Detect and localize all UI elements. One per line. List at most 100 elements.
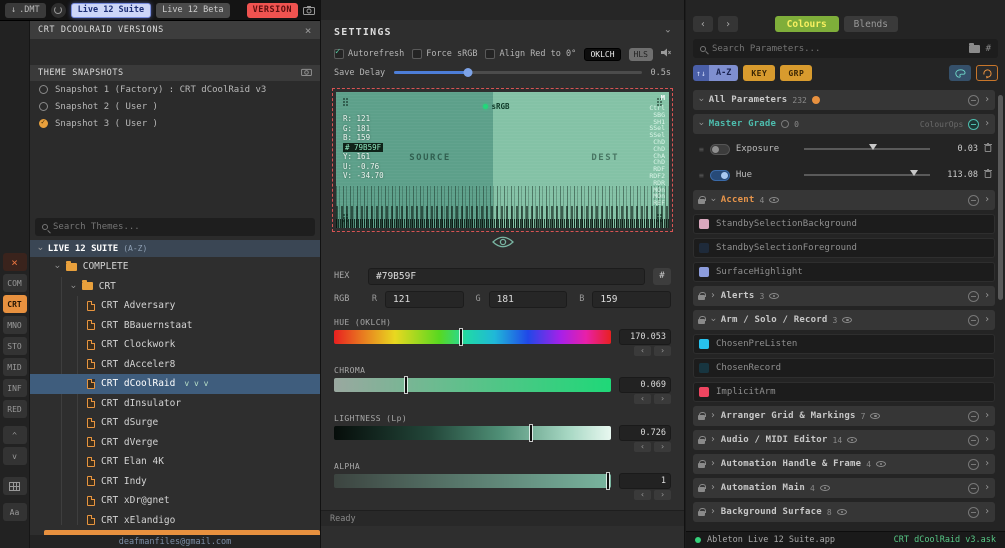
parameter-row[interactable]: ChosenPreListen: [693, 334, 995, 354]
theme-search-input[interactable]: [53, 222, 308, 232]
live-12-suite-button[interactable]: Live 12 Suite: [70, 2, 152, 18]
grip-icon[interactable]: ≡: [699, 145, 704, 154]
minus-circle-icon[interactable]: [968, 482, 980, 494]
group-collapsed[interactable]: › Audio / MIDI Editor 14 ›: [693, 430, 995, 450]
b-input[interactable]: [592, 290, 672, 308]
mute-icon[interactable]: [661, 48, 672, 60]
slider-marker[interactable]: [460, 329, 463, 345]
theme-file-row-selected[interactable]: CRT dCoolRaid v v v: [30, 374, 320, 394]
parameter-row[interactable]: StandbySelectionForeground: [693, 238, 995, 258]
tree-folder-crt[interactable]: › CRT: [30, 277, 320, 297]
strip-down-button[interactable]: v: [2, 447, 27, 465]
live-12-beta-button[interactable]: Live 12 Beta: [156, 2, 230, 18]
parameter-row[interactable]: ChosenRecord: [693, 358, 995, 378]
theme-file-row[interactable]: CRT Adversary: [30, 296, 320, 316]
refresh-colours-button[interactable]: [976, 65, 998, 81]
strip-tag-com[interactable]: COM: [2, 274, 27, 292]
autorefresh-checkbox[interactable]: Autorefresh: [334, 47, 404, 59]
grip-icon[interactable]: ≡: [699, 171, 704, 180]
trash-icon[interactable]: [984, 169, 992, 181]
theme-file-row[interactable]: CRT xDr@gnet: [30, 491, 320, 511]
group-collapsed[interactable]: › Arranger Grid & Markings 7 ›: [693, 406, 995, 426]
parameter-search-input[interactable]: [712, 43, 963, 54]
theme-file-row[interactable]: CRT dAcceler8: [30, 355, 320, 375]
eye-icon[interactable]: [819, 485, 830, 491]
decrement-button[interactable]: ‹: [634, 490, 651, 500]
save-delay-slider[interactable]: [394, 68, 642, 77]
theme-file-row-partial[interactable]: [44, 530, 320, 535]
minus-circle-icon[interactable]: [968, 434, 980, 446]
sort-key-button[interactable]: KEY: [743, 65, 776, 81]
minus-circle-icon[interactable]: [968, 506, 980, 518]
minus-circle-icon[interactable]: [968, 410, 980, 422]
theme-search[interactable]: [35, 218, 315, 236]
parameter-search[interactable]: #: [693, 39, 998, 58]
slider-marker[interactable]: [607, 473, 610, 489]
group-accent[interactable]: › Accent 4 ›: [693, 190, 995, 210]
minus-circle-icon[interactable]: [968, 314, 980, 326]
version-button[interactable]: VERSION: [246, 2, 298, 18]
eye-icon[interactable]: [491, 236, 514, 251]
theme-file-row[interactable]: CRT dInsulator: [30, 394, 320, 414]
strip-tag-sto[interactable]: STO: [2, 337, 27, 355]
exposure-slider[interactable]: [803, 144, 930, 150]
parameter-row[interactable]: StandbySelectionBackground: [693, 214, 995, 234]
palette-button[interactable]: [949, 65, 971, 81]
colour-swatch[interactable]: [699, 387, 709, 397]
align-red-checkbox[interactable]: Align Red to 0°: [485, 49, 576, 59]
alpha-value[interactable]: 1: [619, 473, 671, 489]
drag-handle-icon[interactable]: [657, 214, 659, 216]
dmt-button[interactable]: ↓ .DMT: [5, 2, 46, 18]
chevron-right-icon[interactable]: ›: [984, 411, 990, 421]
trash-icon[interactable]: [984, 143, 992, 155]
theme-file-row[interactable]: CRT Clockwork: [30, 335, 320, 355]
parameter-row[interactable]: SurfaceHighlight: [693, 262, 995, 282]
force-srgb-checkbox[interactable]: Force sRGB: [412, 49, 477, 59]
group-collapsed[interactable]: › Background Surface 8 ›: [693, 502, 995, 522]
decrement-button[interactable]: ‹: [634, 346, 651, 356]
strip-close-button[interactable]: ×: [2, 253, 27, 271]
chevron-right-icon[interactable]: ›: [984, 95, 990, 105]
alpha-slider[interactable]: [334, 473, 611, 489]
tab-colours[interactable]: Colours: [774, 16, 839, 32]
nav-forward-button[interactable]: ›: [718, 16, 738, 32]
decrement-button[interactable]: ‹: [634, 394, 651, 404]
strip-tag-mno[interactable]: MNO: [2, 316, 27, 334]
drag-handle-icon[interactable]: [343, 98, 345, 100]
hue-grade-slider[interactable]: [803, 170, 930, 176]
hash-button[interactable]: #: [653, 267, 671, 285]
strip-tag-mid[interactable]: MID: [2, 358, 27, 376]
eye-icon[interactable]: [870, 413, 881, 419]
folder-filter-icon[interactable]: [968, 42, 980, 53]
strip-fonts-button[interactable]: Aa: [2, 503, 27, 521]
hex-input[interactable]: [368, 267, 645, 285]
strip-tag-crt[interactable]: CRT: [2, 295, 27, 313]
tree-folder-complete[interactable]: › COMPLETE: [30, 257, 320, 277]
tab-blends[interactable]: Blends: [843, 16, 898, 32]
theme-file-row[interactable]: CRT BBauernstaat: [30, 316, 320, 336]
radio-icon[interactable]: [39, 85, 48, 94]
group-alerts[interactable]: › Alerts 3 ›: [693, 286, 995, 306]
chevron-right-icon[interactable]: ›: [984, 435, 990, 445]
theme-file-row[interactable]: CRT dSurge: [30, 413, 320, 433]
strip-tag-red[interactable]: RED: [2, 400, 27, 418]
slider-thumb[interactable]: [463, 68, 473, 77]
exposure-toggle[interactable]: [709, 143, 730, 155]
drag-handle-icon[interactable]: [657, 98, 659, 100]
snapshot-row[interactable]: Snapshot 2 ( User ): [30, 98, 320, 115]
g-input[interactable]: [488, 290, 568, 308]
snapshot-row[interactable]: Snapshot 3 ( User ): [30, 115, 320, 132]
theme-file-row[interactable]: CRT dVerge: [30, 433, 320, 453]
radio-icon[interactable]: [39, 102, 48, 111]
oklch-mode-button[interactable]: OKLCH: [584, 47, 621, 61]
eye-icon[interactable]: [847, 437, 858, 443]
parameter-row[interactable]: ImplicitArm: [693, 382, 995, 402]
eye-icon[interactable]: [836, 509, 847, 515]
eye-icon[interactable]: [769, 197, 780, 203]
snapshot-camera-icon[interactable]: [301, 68, 312, 79]
hls-mode-button[interactable]: HLS: [628, 47, 653, 61]
slider-marker[interactable]: [405, 377, 408, 393]
minus-circle-icon[interactable]: [968, 458, 980, 470]
slider-marker[interactable]: [909, 170, 918, 176]
strip-tag-inf[interactable]: INF: [2, 379, 27, 397]
